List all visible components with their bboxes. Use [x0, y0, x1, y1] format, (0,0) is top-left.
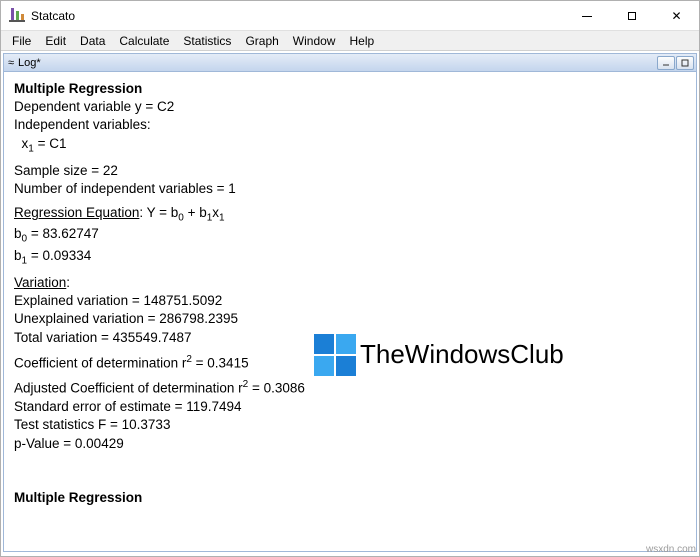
dependent-variable-line: Dependent variable y = C2	[14, 98, 686, 116]
log-content[interactable]: Multiple Regression Dependent variable y…	[4, 72, 696, 551]
title-bar-left: Statcato	[1, 8, 75, 24]
heading-multiple-regression-2: Multiple Regression	[14, 490, 142, 505]
close-button[interactable]: ✕	[654, 1, 699, 31]
subwindow-controls	[657, 56, 694, 70]
maximize-button[interactable]	[609, 1, 654, 31]
independent-variables-label: Independent variables:	[14, 116, 686, 134]
log-subwindow: ≈ Log* Multiple Regression Dependent var…	[3, 53, 697, 552]
menu-calculate[interactable]: Calculate	[112, 32, 176, 50]
total-variation-line: Total variation = 435549.7487	[14, 329, 686, 347]
menu-statistics[interactable]: Statistics	[176, 32, 238, 50]
subwindow-titlebar[interactable]: ≈ Log*	[4, 54, 696, 72]
subwindow-title-text: Log*	[18, 57, 41, 69]
x1-equation: x1 = C1	[14, 135, 686, 156]
variation-label: Variation:	[14, 274, 686, 292]
subwindow-minimize-button[interactable]	[657, 56, 675, 70]
explained-variation-line: Explained variation = 148751.5092	[14, 292, 686, 310]
title-bar: Statcato ✕	[1, 1, 699, 31]
minimize-button[interactable]	[564, 1, 609, 31]
menu-help[interactable]: Help	[342, 32, 381, 50]
heading-multiple-regression: Multiple Regression	[14, 81, 142, 96]
p-value-line: p-Value = 0.00429	[14, 435, 686, 453]
menu-file[interactable]: File	[5, 32, 38, 50]
adj-coef-determination-line: Adjusted Coefficient of determination r2…	[14, 378, 686, 398]
test-statistic-line: Test statistics F = 10.3733	[14, 416, 686, 434]
menu-data[interactable]: Data	[73, 32, 112, 50]
window-controls: ✕	[564, 1, 699, 30]
menu-window[interactable]: Window	[286, 32, 343, 50]
app-icon	[9, 8, 25, 24]
subwindow-icon: ≈	[8, 57, 14, 69]
menu-graph[interactable]: Graph	[238, 32, 285, 50]
menu-edit[interactable]: Edit	[38, 32, 73, 50]
b1-line: b1 = 0.09334	[14, 247, 686, 268]
std-error-line: Standard error of estimate = 119.7494	[14, 398, 686, 416]
regression-equation-line: Regression Equation: Y = b0 + b1x1	[14, 204, 686, 225]
menu-bar: File Edit Data Calculate Statistics Grap…	[1, 31, 699, 51]
sample-size-line: Sample size = 22	[14, 162, 686, 180]
subwindow-maximize-button[interactable]	[676, 56, 694, 70]
b0-line: b0 = 83.62747	[14, 225, 686, 246]
source-attribution: wsxdn.com	[646, 544, 696, 555]
app-title: Statcato	[31, 9, 75, 23]
num-indep-vars-line: Number of independent variables = 1	[14, 180, 686, 198]
unexplained-variation-line: Unexplained variation = 286798.2395	[14, 310, 686, 328]
coef-determination-line: Coefficient of determination r2 = 0.3415	[14, 353, 686, 373]
